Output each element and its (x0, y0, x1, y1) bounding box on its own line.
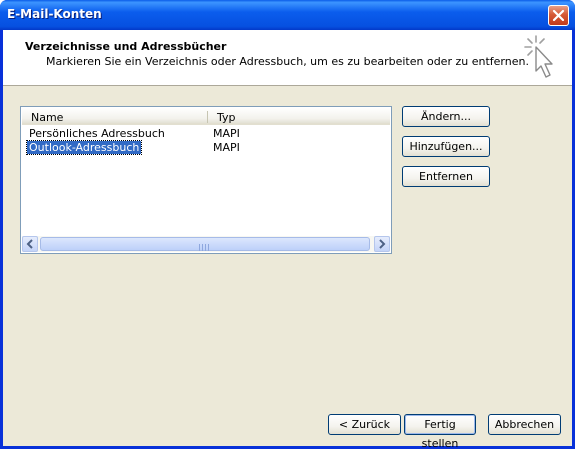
scroll-right-icon (379, 239, 386, 249)
row-type: MAPI (213, 127, 240, 140)
scroll-thumb[interactable] (40, 237, 370, 251)
wizard-cursor-icon (524, 35, 553, 78)
list-row-outlook-address-book[interactable]: Outlook-Adressbuch MAPI (23, 140, 389, 155)
change-button[interactable]: Ändern... (402, 106, 490, 127)
list-header: Name Typ (22, 108, 390, 125)
close-icon (552, 9, 565, 22)
horizontal-scrollbar[interactable] (22, 236, 390, 252)
row-name: Outlook-Adressbuch (25, 140, 143, 155)
back-button[interactable]: < Zurück (328, 414, 401, 435)
row-type: MAPI (213, 141, 240, 154)
header-panel: Verzeichnisse und Adressbücher Markieren… (3, 30, 572, 86)
column-header-type[interactable]: Typ (217, 111, 236, 124)
scroll-thumb-grip (199, 241, 211, 251)
close-button[interactable] (548, 5, 569, 26)
scroll-left-button[interactable] (22, 236, 38, 252)
address-book-list[interactable]: Name Typ Persönliches Adressbuch MAPI Ou… (20, 106, 392, 254)
add-button[interactable]: Hinzufügen... (402, 136, 490, 157)
email-accounts-dialog: E-Mail-Konten Verzeichnisse und Adressbü… (0, 0, 575, 449)
remove-button[interactable]: Entfernen (402, 166, 490, 187)
title-bar[interactable]: E-Mail-Konten (0, 0, 575, 30)
cancel-button[interactable]: Abbrechen (488, 414, 561, 435)
scroll-left-icon (26, 239, 33, 249)
column-separator[interactable] (207, 111, 208, 123)
window-title: E-Mail-Konten (7, 7, 102, 21)
page-title: Verzeichnisse und Adressbücher (25, 40, 227, 53)
list-row-personal-address-book[interactable]: Persönliches Adressbuch MAPI (23, 127, 389, 141)
page-subtitle: Markieren Sie ein Verzeichnis oder Adres… (46, 55, 529, 68)
scroll-right-button[interactable] (374, 236, 390, 252)
column-header-name[interactable]: Name (31, 111, 63, 124)
finish-button[interactable]: Fertig stellen (404, 414, 476, 449)
row-name: Persönliches Adressbuch (29, 127, 165, 140)
dialog-body: Verzeichnisse und Adressbücher Markieren… (3, 30, 572, 449)
